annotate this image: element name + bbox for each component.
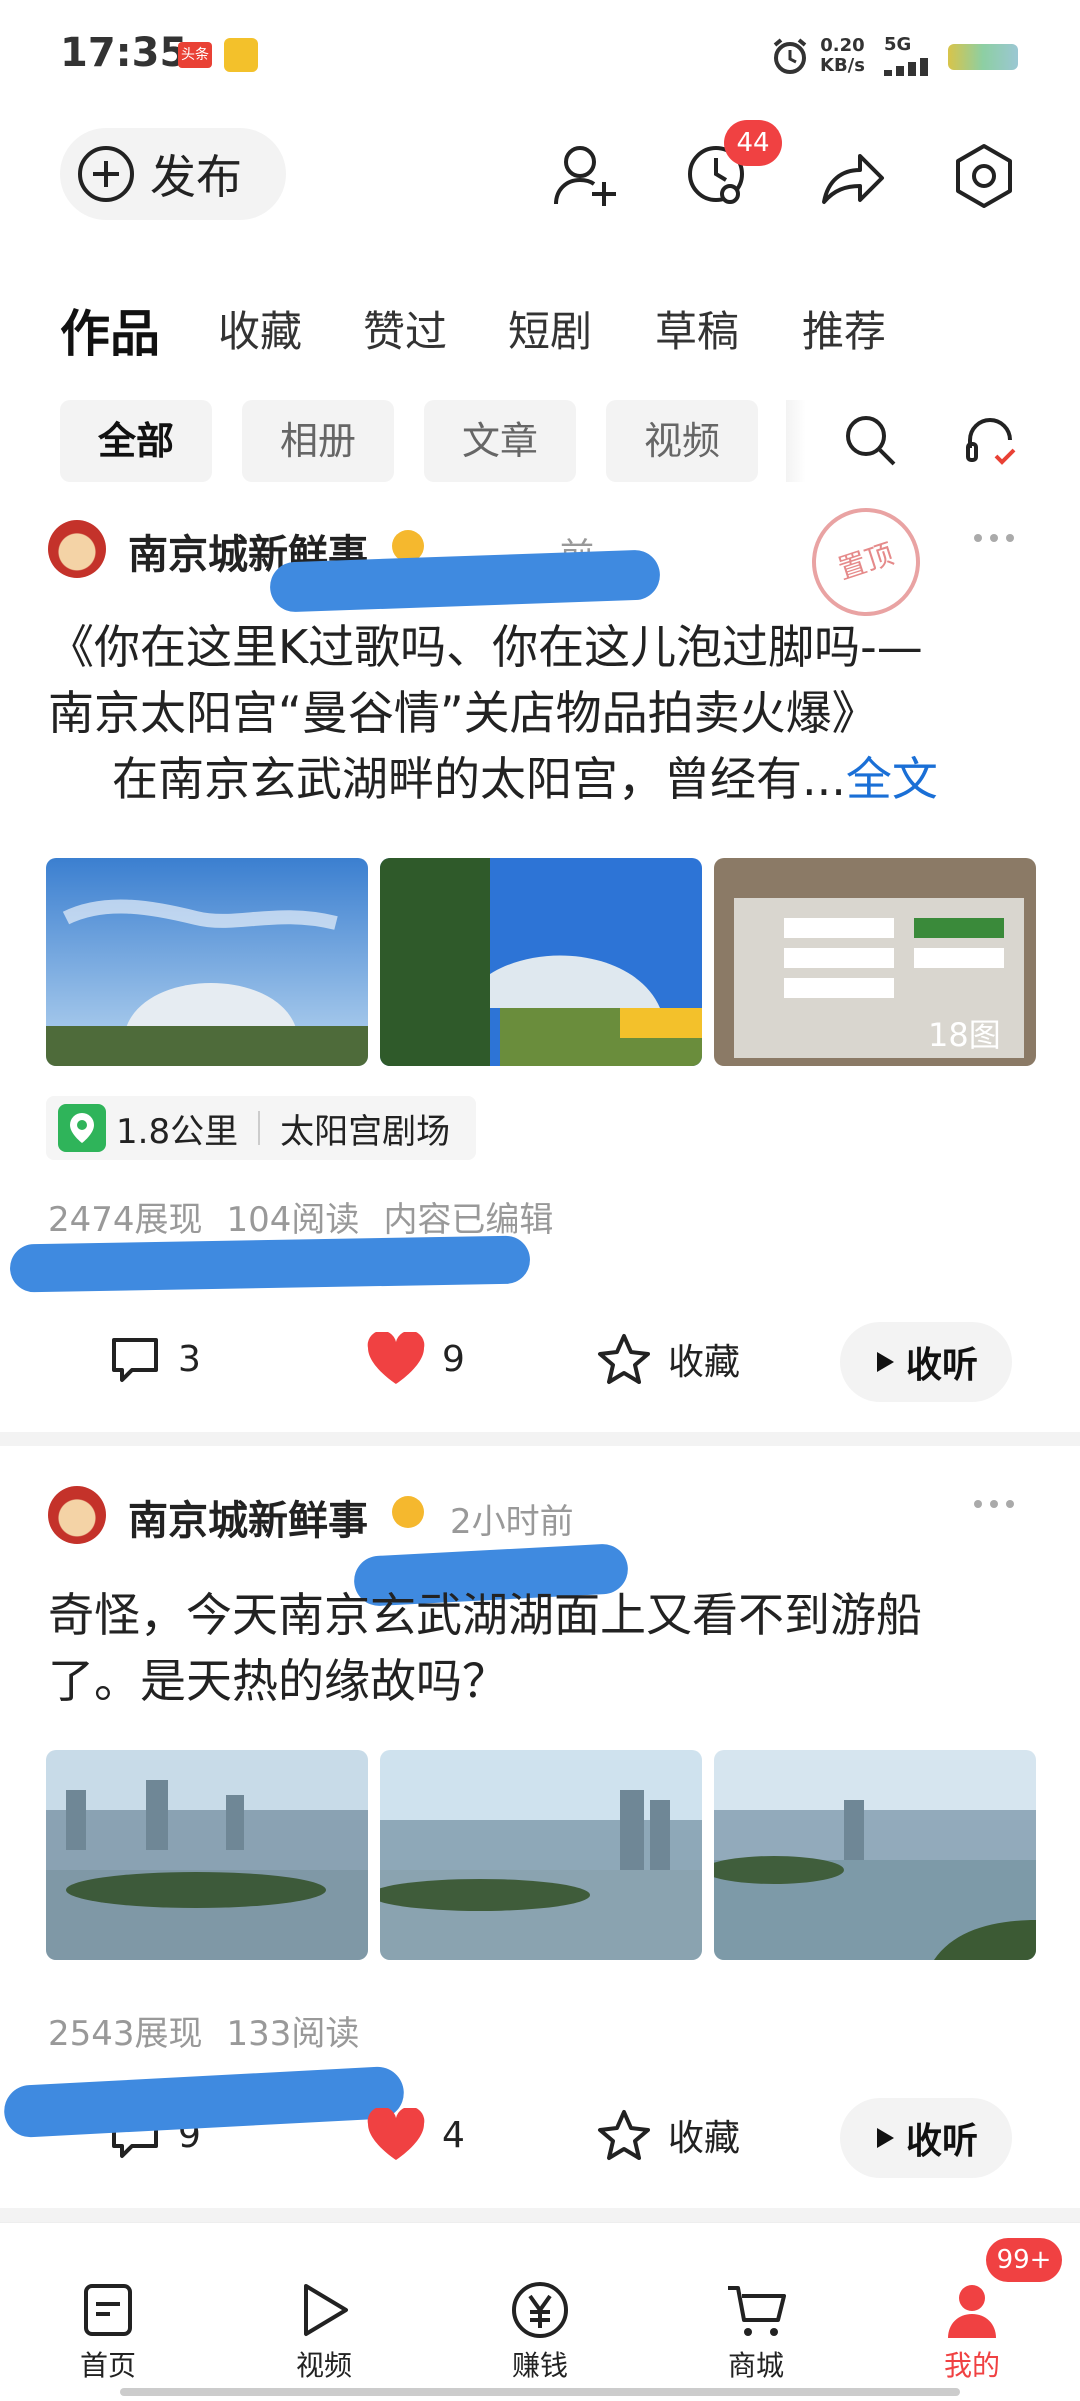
location-distance: 1.8公里 xyxy=(116,1111,239,1152)
network-type: 5G xyxy=(884,34,912,55)
publish-label: 发布 xyxy=(150,150,242,204)
filter-all[interactable]: 全部 xyxy=(60,400,212,482)
favorite-label: 收藏 xyxy=(668,2118,741,2159)
favorite-button[interactable]: 收藏 xyxy=(596,2108,740,2162)
tab-recommend[interactable]: 推荐 xyxy=(802,298,886,359)
post-image[interactable] xyxy=(46,858,368,1066)
post-title[interactable]: 《你在这里K过歌吗、你在这儿泡过脚吗-— 南京太阳宫“曼谷情”关店物品拍卖火爆》… xyxy=(48,614,1038,812)
post-excerpt: 在南京玄武湖畔的太阳宫，曾经有... xyxy=(112,752,846,806)
toutiao-app-badge: 头条 xyxy=(178,42,212,68)
like-count: 4 xyxy=(442,2114,465,2156)
like-count: 9 xyxy=(442,1338,465,1380)
listen-label: 收听 xyxy=(905,1345,978,1386)
comment-button[interactable]: 3 xyxy=(108,1332,201,1386)
favorite-button[interactable]: 收藏 xyxy=(596,1332,740,1386)
post-stats: 2543展现 133阅读 xyxy=(48,2014,360,2054)
image-count: 18图 xyxy=(928,1016,1001,1054)
verified-icon xyxy=(392,1496,424,1528)
tab-works[interactable]: 作品 xyxy=(60,294,160,366)
alarm-icon xyxy=(770,36,810,76)
status-time: 17:35 xyxy=(60,30,188,76)
tab-short-drama[interactable]: 短剧 xyxy=(508,298,592,359)
nav-home[interactable]: 首页 xyxy=(38,2280,178,2384)
filter-video[interactable]: 视频 xyxy=(606,400,758,482)
notification-badge: 44 xyxy=(724,120,782,166)
post-image[interactable] xyxy=(380,1750,702,1960)
post-time: 2小时前 xyxy=(450,1502,574,1542)
post-image[interactable] xyxy=(714,1750,1036,1960)
heart-icon xyxy=(367,1332,425,1384)
pinned-stamp: 置顶 xyxy=(797,493,935,631)
post-title[interactable]: 奇怪，今天南京玄武湖湖面上又看不到游船 了。是天热的缘故吗？ xyxy=(48,1582,1038,1714)
listen-button[interactable]: 收听 xyxy=(840,2098,1012,2178)
share-icon[interactable] xyxy=(814,138,890,214)
nav-video[interactable]: 视频 xyxy=(254,2280,394,2384)
hand-app-icon xyxy=(224,38,258,72)
star-icon xyxy=(598,1334,650,1384)
filter-fade xyxy=(786,400,806,482)
cart-icon xyxy=(728,2286,786,2336)
play-icon xyxy=(304,2284,348,2336)
favorite-label: 收藏 xyxy=(668,1342,741,1383)
post-stats: 2474展现 104阅读 内容已编辑 xyxy=(48,1200,554,1240)
like-button[interactable]: 4 xyxy=(366,2108,465,2162)
author-name[interactable]: 南京城新鲜事 xyxy=(128,1488,368,1546)
publish-button[interactable]: 发布 xyxy=(60,128,286,220)
full-text-link[interactable]: 全文 xyxy=(846,752,938,806)
add-friend-icon[interactable] xyxy=(548,138,624,214)
settings-icon[interactable] xyxy=(946,138,1022,214)
more-icon[interactable] xyxy=(972,530,1016,546)
document-icon xyxy=(84,2284,132,2336)
listen-label: 收听 xyxy=(905,2121,978,2162)
headset-service-icon[interactable] xyxy=(960,410,1020,470)
network-speed: 0.20 KB/s xyxy=(820,35,865,76)
tab-liked[interactable]: 赞过 xyxy=(363,298,447,359)
status-bar: 17:35 头条 0.20 KB/s 5G xyxy=(0,0,1080,110)
author-avatar[interactable] xyxy=(48,520,106,578)
comment-count: 3 xyxy=(178,1338,201,1380)
star-icon xyxy=(598,2110,650,2160)
nav-mine[interactable]: 我的 xyxy=(902,2280,1042,2384)
location-pin-icon xyxy=(58,1104,106,1152)
signal-icon xyxy=(884,56,938,76)
like-button[interactable]: 9 xyxy=(366,1332,465,1386)
redaction-mark xyxy=(2,2065,406,2139)
play-small-icon xyxy=(876,2128,894,2148)
filter-article[interactable]: 文章 xyxy=(424,400,576,482)
post-separator xyxy=(0,2208,1080,2222)
author-avatar[interactable] xyxy=(48,1486,106,1544)
post-separator xyxy=(0,1432,1080,1446)
comment-icon xyxy=(112,1338,158,1382)
more-icon[interactable] xyxy=(972,1496,1016,1512)
plus-circle-icon xyxy=(78,146,134,202)
search-icon[interactable] xyxy=(840,410,900,470)
tab-favorites[interactable]: 收藏 xyxy=(218,298,302,359)
person-icon xyxy=(948,2285,996,2338)
location-name: 太阳宫剧场 xyxy=(280,1111,451,1152)
heart-icon xyxy=(367,2108,425,2160)
yuan-icon xyxy=(512,2282,568,2338)
nav-earn[interactable]: 赚钱 xyxy=(470,2280,610,2384)
mine-badge: 99+ xyxy=(986,2238,1062,2282)
location-tag[interactable]: 1.8公里 太阳宫剧场 xyxy=(46,1096,476,1160)
tab-drafts[interactable]: 草稿 xyxy=(655,298,739,359)
battery-icon xyxy=(948,44,1018,70)
redaction-mark xyxy=(9,1235,531,1293)
listen-button[interactable]: 收听 xyxy=(840,1322,1012,1402)
post-image[interactable] xyxy=(380,858,702,1066)
nav-mall[interactable]: 商城 xyxy=(686,2280,826,2384)
home-indicator xyxy=(120,2388,960,2396)
location-divider xyxy=(258,1111,261,1145)
filter-album[interactable]: 相册 xyxy=(242,400,394,482)
play-small-icon xyxy=(876,1352,894,1372)
post-image[interactable] xyxy=(46,1750,368,1960)
